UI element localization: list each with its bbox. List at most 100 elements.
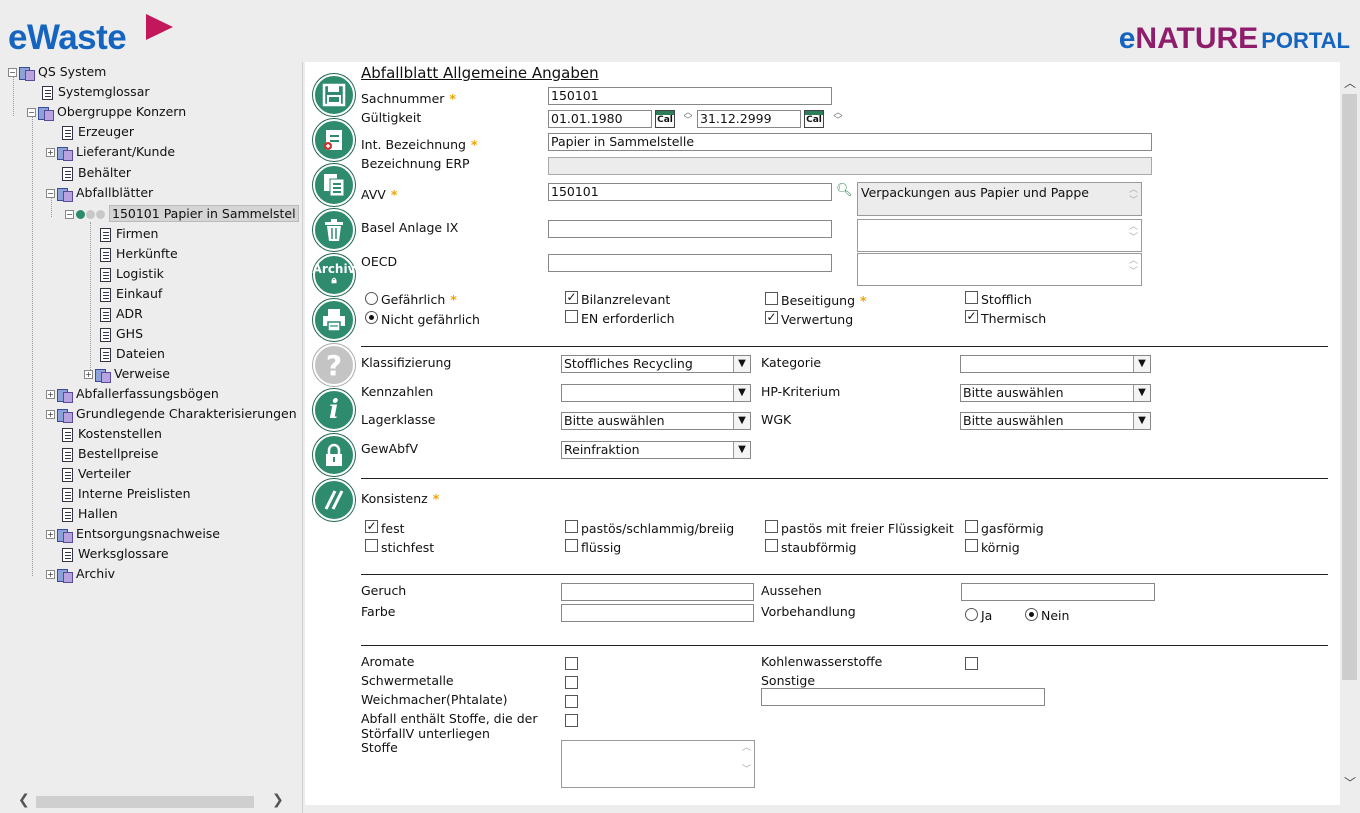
wgk-select[interactable]: Bitte auswählen ▼: [960, 412, 1151, 430]
tree-item-abfallblaetter[interactable]: − Abfallblätter: [46, 183, 153, 203]
tree-item-ghs[interactable]: GHS: [100, 324, 143, 344]
scrollbar-thumb[interactable]: [36, 796, 254, 808]
new-document-button[interactable]: [313, 119, 355, 161]
tree-item-obergruppe-konzern[interactable]: − Obergruppe Konzern: [27, 102, 186, 122]
valid-from-input[interactable]: 01.01.1980: [548, 110, 652, 128]
gefaehrlich-radio[interactable]: [365, 292, 378, 305]
fest-checkbox[interactable]: ✓: [365, 520, 378, 533]
sachnummer-input[interactable]: 150101: [548, 87, 832, 105]
kennzahlen-select[interactable]: ▼: [561, 384, 751, 402]
tree-item-dateien[interactable]: Dateien: [100, 344, 165, 364]
sonstige-input[interactable]: [761, 688, 1045, 706]
scroll-right-icon[interactable]: ❯: [272, 792, 284, 808]
int-bezeichnung-input[interactable]: Papier in Sammelstelle: [548, 133, 1152, 151]
tree-item-adr[interactable]: ADR: [100, 304, 143, 324]
info-button[interactable]: i: [313, 389, 355, 431]
expand-icon[interactable]: +: [46, 570, 55, 579]
tree-item-lieferant-kunde[interactable]: + Lieferant/Kunde: [46, 142, 175, 162]
tree-item-einkauf[interactable]: Einkauf: [100, 284, 162, 304]
calendar-to-icon[interactable]: Cal: [804, 110, 824, 128]
fluessig-checkbox[interactable]: [565, 539, 578, 552]
delete-button[interactable]: [313, 209, 355, 251]
collapse-icon[interactable]: −: [65, 210, 74, 219]
thermisch-checkbox[interactable]: ✓: [965, 310, 978, 323]
stoffe-textarea[interactable]: ︿ ﹀: [561, 740, 755, 788]
en-erforderlich-checkbox[interactable]: [565, 310, 578, 323]
help-button[interactable]: ?: [313, 344, 355, 386]
search-icon[interactable]: 🔍︎: [836, 183, 853, 198]
valid-from-spinner[interactable]: ︿ ﹀: [682, 109, 694, 126]
farbe-input[interactable]: [561, 604, 754, 622]
tree-item-logistik[interactable]: Logistik: [100, 264, 164, 284]
tree-item-hallen[interactable]: Hallen: [62, 504, 118, 524]
beseitigung-checkbox[interactable]: [765, 292, 778, 305]
print-button[interactable]: [313, 299, 355, 341]
valid-to-spinner[interactable]: ︿ ﹀: [832, 109, 844, 126]
bilanzrelevant-checkbox[interactable]: ✓: [565, 291, 578, 304]
tree-horizontal-scrollbar[interactable]: ❮ ❯: [0, 792, 303, 810]
pastoes-checkbox[interactable]: [565, 520, 578, 533]
tree-item-interne-preislisten[interactable]: Interne Preislisten: [62, 484, 191, 504]
kategorie-select[interactable]: ▼: [960, 355, 1151, 373]
lock-button[interactable]: [313, 434, 355, 476]
expand-icon[interactable]: +: [46, 390, 55, 399]
collapse-icon[interactable]: −: [46, 189, 55, 198]
tree-item-qs-system[interactable]: − QS System: [8, 62, 106, 82]
klassifizierung-select[interactable]: Stoffliches Recycling ▼: [561, 355, 751, 373]
staubfoermig-checkbox[interactable]: [765, 539, 778, 552]
tree-item-entsorgungsnachweise[interactable]: + Entsorgungsnachweise: [46, 524, 220, 544]
weichmacher-checkbox[interactable]: [565, 695, 578, 708]
tree-item-bestellpreise[interactable]: Bestellpreise: [62, 444, 158, 464]
copy-button[interactable]: [313, 164, 355, 206]
main-vertical-scrollbar[interactable]: ︿ ﹀: [1340, 62, 1360, 805]
avv-input[interactable]: 150101: [548, 183, 832, 201]
stichfest-checkbox[interactable]: [365, 539, 378, 552]
expand-icon[interactable]: +: [46, 148, 55, 157]
expand-icon[interactable]: +: [46, 410, 55, 419]
tree-item-behaelter[interactable]: Behälter: [62, 163, 131, 183]
expand-icon[interactable]: +: [46, 530, 55, 539]
tree-item-archiv[interactable]: + Archiv: [46, 564, 115, 584]
scroll-down-icon[interactable]: ﹀: [1344, 774, 1356, 791]
basel-input[interactable]: [548, 220, 832, 238]
kohlenwasserstoffe-checkbox[interactable]: [965, 657, 978, 670]
expand-icon[interactable]: +: [84, 370, 93, 379]
collapse-icon[interactable]: −: [8, 68, 17, 77]
tree-item-verteiler[interactable]: Verteiler: [62, 464, 131, 484]
tree-item-verweise[interactable]: + Verweise: [84, 364, 170, 384]
tree-item-firmen[interactable]: Firmen: [100, 224, 158, 244]
lagerklasse-select[interactable]: Bitte auswählen ▼: [561, 412, 751, 430]
koernig-checkbox[interactable]: [965, 539, 978, 552]
link-button[interactable]: [313, 479, 355, 521]
gewabfv-select[interactable]: Reinfraktion ▼: [561, 441, 751, 459]
aromate-checkbox[interactable]: [565, 657, 578, 670]
scroll-left-icon[interactable]: ❮: [18, 792, 30, 808]
geruch-input[interactable]: [561, 583, 754, 601]
tree-item-150101[interactable]: −150101 Papier in Sammelstel: [65, 204, 299, 224]
tree-item-grundlegende-charakterisierungen[interactable]: + Grundlegende Charakterisierungen: [46, 404, 297, 424]
vorbehandlung-ja-radio[interactable]: [965, 608, 978, 621]
tree-item-systemglossar[interactable]: Systemglossar: [42, 82, 150, 102]
oecd-input[interactable]: [548, 254, 832, 272]
oecd-textarea[interactable]: ︿ ﹀: [857, 253, 1142, 286]
tree-item-erzeuger[interactable]: Erzeuger: [62, 122, 134, 142]
schwermetalle-checkbox[interactable]: [565, 676, 578, 689]
stoerfall-checkbox[interactable]: [565, 714, 578, 727]
gasfoermig-checkbox[interactable]: [965, 520, 978, 533]
collapse-icon[interactable]: −: [27, 108, 36, 117]
archive-button[interactable]: Archiv 🔒︎: [313, 254, 355, 296]
tree-item-herkuenfte[interactable]: Herkünfte: [100, 244, 178, 264]
verwertung-checkbox[interactable]: ✓: [765, 311, 778, 324]
vorbehandlung-nein-radio[interactable]: [1025, 608, 1038, 621]
aussehen-input[interactable]: [961, 583, 1155, 601]
tree-item-werksglossare[interactable]: Werksglossare: [62, 544, 169, 564]
hp-kriterium-select[interactable]: Bitte auswählen ▼: [960, 384, 1151, 402]
save-button[interactable]: [313, 74, 355, 116]
stofflich-checkbox[interactable]: [965, 291, 978, 304]
tree-item-kostenstellen[interactable]: Kostenstellen: [62, 424, 162, 444]
basel-textarea[interactable]: ︿ ﹀: [857, 219, 1142, 252]
scrollbar-thumb[interactable]: [1342, 94, 1357, 680]
scroll-up-icon[interactable]: ︿: [1344, 74, 1356, 91]
tree-item-abfallerfassungsboegen[interactable]: + Abfallerfassungsbögen: [46, 384, 219, 404]
valid-to-input[interactable]: 31.12.2999: [697, 110, 801, 128]
